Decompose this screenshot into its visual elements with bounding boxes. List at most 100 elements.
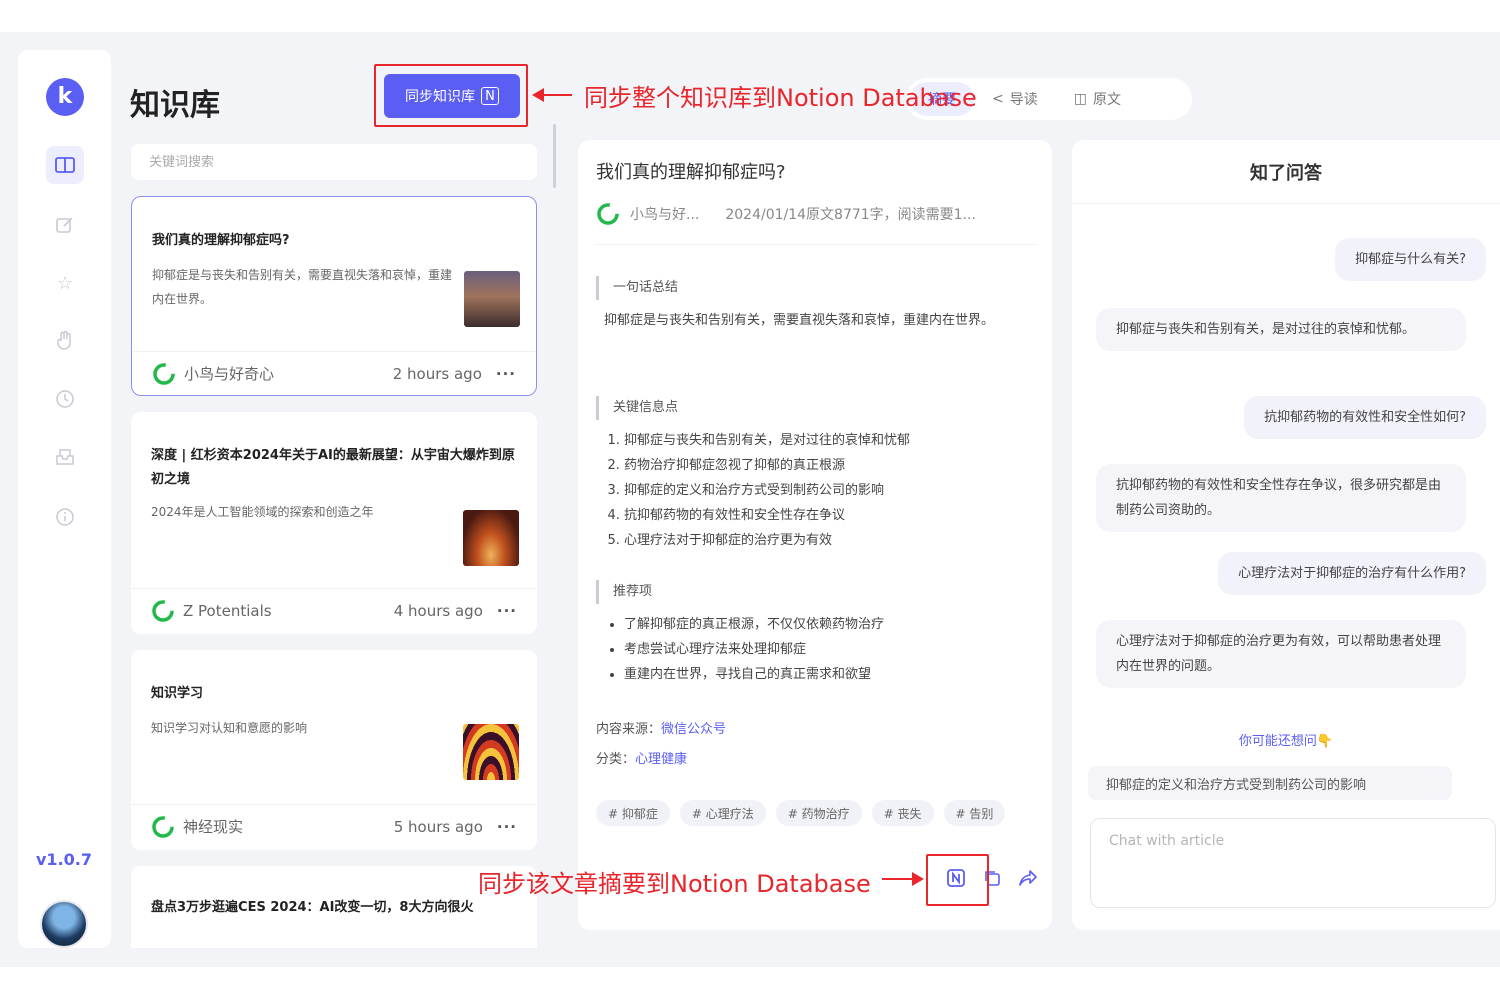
tag[interactable]: # 告别 [943, 800, 1006, 826]
card-thumbnail [464, 271, 520, 327]
wechat-icon [152, 599, 174, 622]
bot-message: 抑郁症与丧失和告别有关，是对过往的哀悼和忧郁。 [1096, 308, 1466, 351]
card-title: 深度 | 红杉资本2024年关于AI的最新展望：从宇宙大爆炸到原初之境 [151, 448, 515, 487]
info-icon[interactable] [46, 498, 84, 536]
annotation-label-bottom: 同步该文章摘要到Notion Database [478, 870, 871, 898]
list-item: 抑郁症的定义和治疗方式受到制药公司的影响 [624, 478, 1024, 503]
tag[interactable]: # 抑郁症 [596, 800, 670, 826]
card-time: 4 hours ago [393, 601, 483, 620]
content-source-label: 内容来源： [596, 722, 662, 737]
suggested-questions-title: 你可能还想问👇 [1238, 734, 1334, 749]
tab-guide-label: 导读 [1009, 92, 1038, 108]
key-points-list: 抑郁症与丧失和告别有关，是对过往的哀悼和忧郁 药物治疗抑郁症忽视了抑郁的真正根源… [624, 428, 1024, 553]
card-time: 5 hours ago [393, 817, 483, 836]
share-icon[interactable] [1016, 866, 1040, 890]
star-icon[interactable]: ☆ [46, 264, 84, 302]
article-title: 我们真的理解抑郁症吗? [596, 162, 786, 183]
card-summary: 2024年是人工智能领域的探索和创造之年 [151, 505, 374, 519]
article-card[interactable]: 深度 | 红杉资本2024年关于AI的最新展望：从宇宙大爆炸到原初之境 2024… [131, 412, 537, 634]
annotation-box-sync-kb [374, 64, 528, 127]
page-title: 知识库 [130, 88, 220, 123]
qa-title: 知了问答 [1072, 140, 1500, 204]
category-line: 分类：心理健康 [596, 748, 687, 767]
one-line-summary: 抑郁症是与丧失和告别有关，需要直视失落和哀悼，重建内在世界。 [604, 313, 995, 328]
tag[interactable]: # 丧失 [871, 800, 934, 826]
card-title: 知识学习 [151, 686, 204, 701]
recommendations-list: 了解抑郁症的真正根源，不仅仅依赖药物治疗 考虑尝试心理疗法来处理抑郁症 重建内在… [624, 612, 1024, 687]
article-card[interactable]: 我们真的理解抑郁症吗? 抑郁症是与丧失和告别有关，需要直视失落和哀悼，重建内在世… [131, 196, 537, 396]
wechat-icon [153, 362, 175, 385]
card-thumbnail [463, 724, 519, 780]
divider [596, 244, 1036, 245]
list-item: 了解抑郁症的真正根源，不仅仅依赖药物治疗 [624, 612, 1024, 637]
tag[interactable]: # 药物治疗 [775, 800, 862, 826]
suggested-question[interactable]: 抑郁症的定义和治疗方式受到制药公司的影响 [1088, 766, 1452, 800]
avatar[interactable] [40, 900, 88, 948]
wechat-icon [597, 203, 619, 225]
version-label: v1.0.7 [36, 850, 92, 869]
article-card[interactable]: 盘点3万步逛遍CES 2024：AI改变一切，8大方向很火 [131, 866, 537, 948]
share-icon: < [992, 91, 1004, 107]
annotation-arrow [882, 872, 924, 886]
search-input[interactable] [131, 144, 537, 180]
card-thumbnail [463, 510, 519, 566]
chat-input[interactable] [1090, 818, 1496, 908]
inbox-icon[interactable] [46, 438, 84, 476]
tag[interactable]: # 心理疗法 [679, 800, 766, 826]
content-source-line: 内容来源：微信公众号 [596, 718, 726, 737]
category-label: 分类： [596, 752, 636, 767]
list-item: 重建内在世界，寻找自己的真正需求和欲望 [624, 662, 1024, 687]
article-panel: 我们真的理解抑郁症吗? 小鸟与好... 2024/01/14原文8771字，阅读… [578, 140, 1052, 930]
card-footer: 神经现实 5 hours ago ··· [131, 804, 537, 848]
card-summary: 抑郁症是与丧失和告别有关，需要直视失落和哀悼，重建内在世界。 [152, 268, 453, 306]
book-icon[interactable] [46, 146, 84, 184]
annotation-label-top: 同步整个知识库到Notion Database [584, 84, 977, 112]
more-options-icon[interactable]: ··· [496, 365, 516, 383]
section-heading-summary: 一句话总结 [596, 276, 678, 300]
list-item: 药物治疗抑郁症忽视了抑郁的真正根源 [624, 453, 1024, 478]
annotation-box-sync-article [926, 854, 989, 906]
edit-icon[interactable] [46, 206, 84, 244]
tab-original[interactable]: ◫ 原文 [1056, 82, 1139, 116]
user-message: 抗抑郁药物的有效性和安全性如何? [1244, 396, 1486, 439]
tab-guide[interactable]: < 导读 [974, 82, 1056, 116]
list-item: 抗抑郁药物的有效性和安全性存在争议 [624, 503, 1024, 528]
card-time: 2 hours ago [392, 364, 482, 383]
section-heading-recommendations: 推荐项 [596, 580, 652, 604]
user-message: 抑郁症与什么有关? [1335, 238, 1486, 281]
user-message: 心理疗法对于抑郁症的治疗有什么作用? [1218, 552, 1486, 595]
hand-icon[interactable] [46, 322, 84, 360]
card-source: 神经现实 [183, 818, 244, 836]
category-link[interactable]: 心理健康 [635, 752, 687, 767]
card-title: 盘点3万步逛遍CES 2024：AI改变一切，8大方向很火 [151, 900, 474, 915]
bot-message: 抗抑郁药物的有效性和安全性存在争议，很多研究都是由制药公司资助的。 [1096, 464, 1466, 532]
qa-panel: 知了问答 抑郁症与什么有关? 抑郁症与丧失和告别有关，是对过往的哀悼和忧郁。 抗… [1072, 140, 1500, 930]
tag-list: # 抑郁症 # 心理疗法 # 药物治疗 # 丧失 # 告别 [596, 800, 1006, 826]
content-source-link[interactable]: 微信公众号 [661, 722, 726, 737]
section-heading-key-points: 关键信息点 [596, 396, 678, 420]
book-icon: ◫ [1073, 91, 1087, 107]
article-source: 小鸟与好... [630, 207, 700, 223]
clock-icon[interactable] [46, 380, 84, 418]
article-card[interactable]: 知识学习 知识学习对认知和意愿的影响 神经现实 5 hours ago ··· [131, 650, 537, 850]
card-footer: Z Potentials 4 hours ago ··· [131, 588, 537, 632]
scrollbar[interactable] [553, 124, 556, 188]
sidebar: k ☆ v1.0.7 [18, 50, 111, 948]
card-footer: 小鸟与好奇心 2 hours ago ··· [132, 351, 536, 395]
card-summary: 知识学习对认知和意愿的影响 [151, 721, 308, 735]
app-window: k ☆ v1.0.7 知识库 同步知识库 N 我们真的理解抑郁症吗? 抑郁症是与… [0, 32, 1500, 967]
bot-message: 心理疗法对于抑郁症的治疗更为有效，可以帮助患者处理内在世界的问题。 [1096, 620, 1466, 688]
card-source: Z Potentials [183, 601, 272, 620]
article-meta: 小鸟与好... 2024/01/14原文8771字，阅读需要1... [596, 202, 1036, 226]
wechat-icon [152, 815, 174, 838]
article-date-wordcount: 2024/01/14原文8771字，阅读需要1... [725, 207, 976, 223]
annotation-arrow [532, 88, 572, 102]
card-source: 小鸟与好奇心 [184, 365, 275, 383]
app-logo[interactable]: k [46, 78, 84, 116]
card-title: 我们真的理解抑郁症吗? [152, 233, 290, 248]
tab-original-label: 原文 [1092, 92, 1121, 108]
list-item: 抑郁症与丧失和告别有关，是对过往的哀悼和忧郁 [624, 428, 1024, 453]
more-options-icon[interactable]: ··· [497, 818, 517, 836]
list-item: 心理疗法对于抑郁症的治疗更为有效 [624, 528, 1024, 553]
more-options-icon[interactable]: ··· [497, 602, 517, 620]
